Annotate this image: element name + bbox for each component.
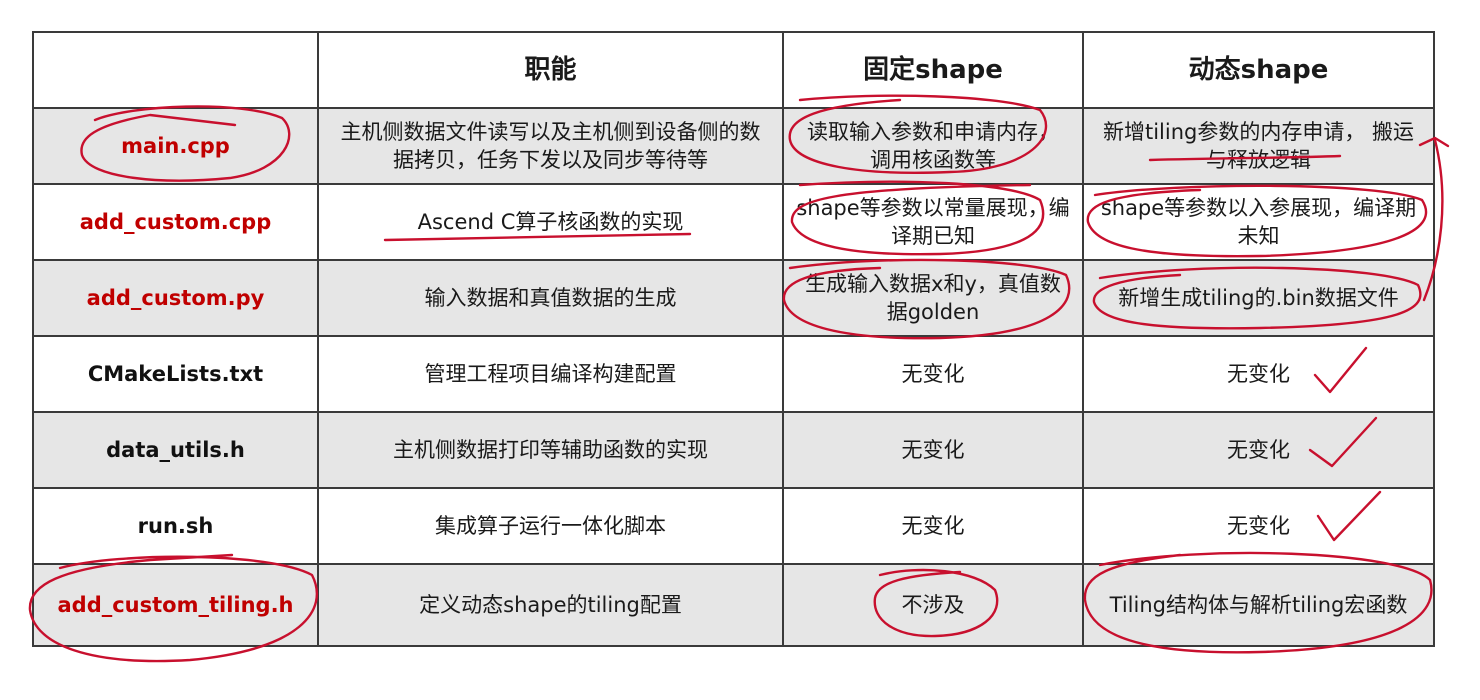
fixed-cell: 不涉及: [782, 563, 1084, 647]
table-row: CMakeLists.txt 管理工程项目编译构建配置 无变化 无变化: [32, 335, 1435, 413]
file-name: main.cpp: [32, 107, 319, 185]
role-cell: 主机侧数据打印等辅助函数的实现: [317, 411, 784, 489]
dynamic-cell: 无变化: [1082, 411, 1435, 489]
dynamic-cell: shape等参数以入参展现，编译期未知: [1082, 183, 1435, 261]
comparison-table: 职能 固定shape 动态shape main.cpp 主机侧数据文件读写以及主…: [32, 31, 1435, 647]
table-row: add_custom.py 输入数据和真值数据的生成 生成输入数据x和y，真值数…: [32, 259, 1435, 337]
file-name: data_utils.h: [32, 411, 319, 489]
header-row: 职能 固定shape 动态shape: [32, 31, 1435, 109]
file-name: run.sh: [32, 487, 319, 565]
file-name: add_custom.py: [32, 259, 319, 337]
header-fixed-shape: 固定shape: [782, 31, 1084, 109]
header-dynamic-shape: 动态shape: [1082, 31, 1435, 109]
file-name: CMakeLists.txt: [32, 335, 319, 413]
dynamic-cell: 新增tiling参数的内存申请， 搬运与释放逻辑: [1082, 107, 1435, 185]
file-name: add_custom_tiling.h: [32, 563, 319, 647]
fixed-cell: 读取输入参数和申请内存，调用核函数等: [782, 107, 1084, 185]
header-role: 职能: [317, 31, 784, 109]
role-cell: 管理工程项目编译构建配置: [317, 335, 784, 413]
table-row: run.sh 集成算子运行一体化脚本 无变化 无变化: [32, 487, 1435, 565]
dynamic-cell: 无变化: [1082, 335, 1435, 413]
fixed-cell: 无变化: [782, 335, 1084, 413]
role-cell: Ascend C算子核函数的实现: [317, 183, 784, 261]
table-row: add_custom.cpp Ascend C算子核函数的实现 shape等参数…: [32, 183, 1435, 261]
header-file: [32, 31, 319, 109]
role-cell: 定义动态shape的tiling配置: [317, 563, 784, 647]
fixed-cell: 生成输入数据x和y，真值数据golden: [782, 259, 1084, 337]
table-row: add_custom_tiling.h 定义动态shape的tiling配置 不…: [32, 563, 1435, 647]
table-row: data_utils.h 主机侧数据打印等辅助函数的实现 无变化 无变化: [32, 411, 1435, 489]
role-cell: 主机侧数据文件读写以及主机侧到设备侧的数据拷贝，任务下发以及同步等待等: [317, 107, 784, 185]
fixed-cell: 无变化: [782, 411, 1084, 489]
dynamic-cell: 新增生成tiling的.bin数据文件: [1082, 259, 1435, 337]
table-row: main.cpp 主机侧数据文件读写以及主机侧到设备侧的数据拷贝，任务下发以及同…: [32, 107, 1435, 185]
role-cell: 集成算子运行一体化脚本: [317, 487, 784, 565]
file-name: add_custom.cpp: [32, 183, 319, 261]
dynamic-cell: Tiling结构体与解析tiling宏函数: [1082, 563, 1435, 647]
dynamic-cell: 无变化: [1082, 487, 1435, 565]
role-cell: 输入数据和真值数据的生成: [317, 259, 784, 337]
fixed-cell: 无变化: [782, 487, 1084, 565]
fixed-cell: shape等参数以常量展现，编译期已知: [782, 183, 1084, 261]
